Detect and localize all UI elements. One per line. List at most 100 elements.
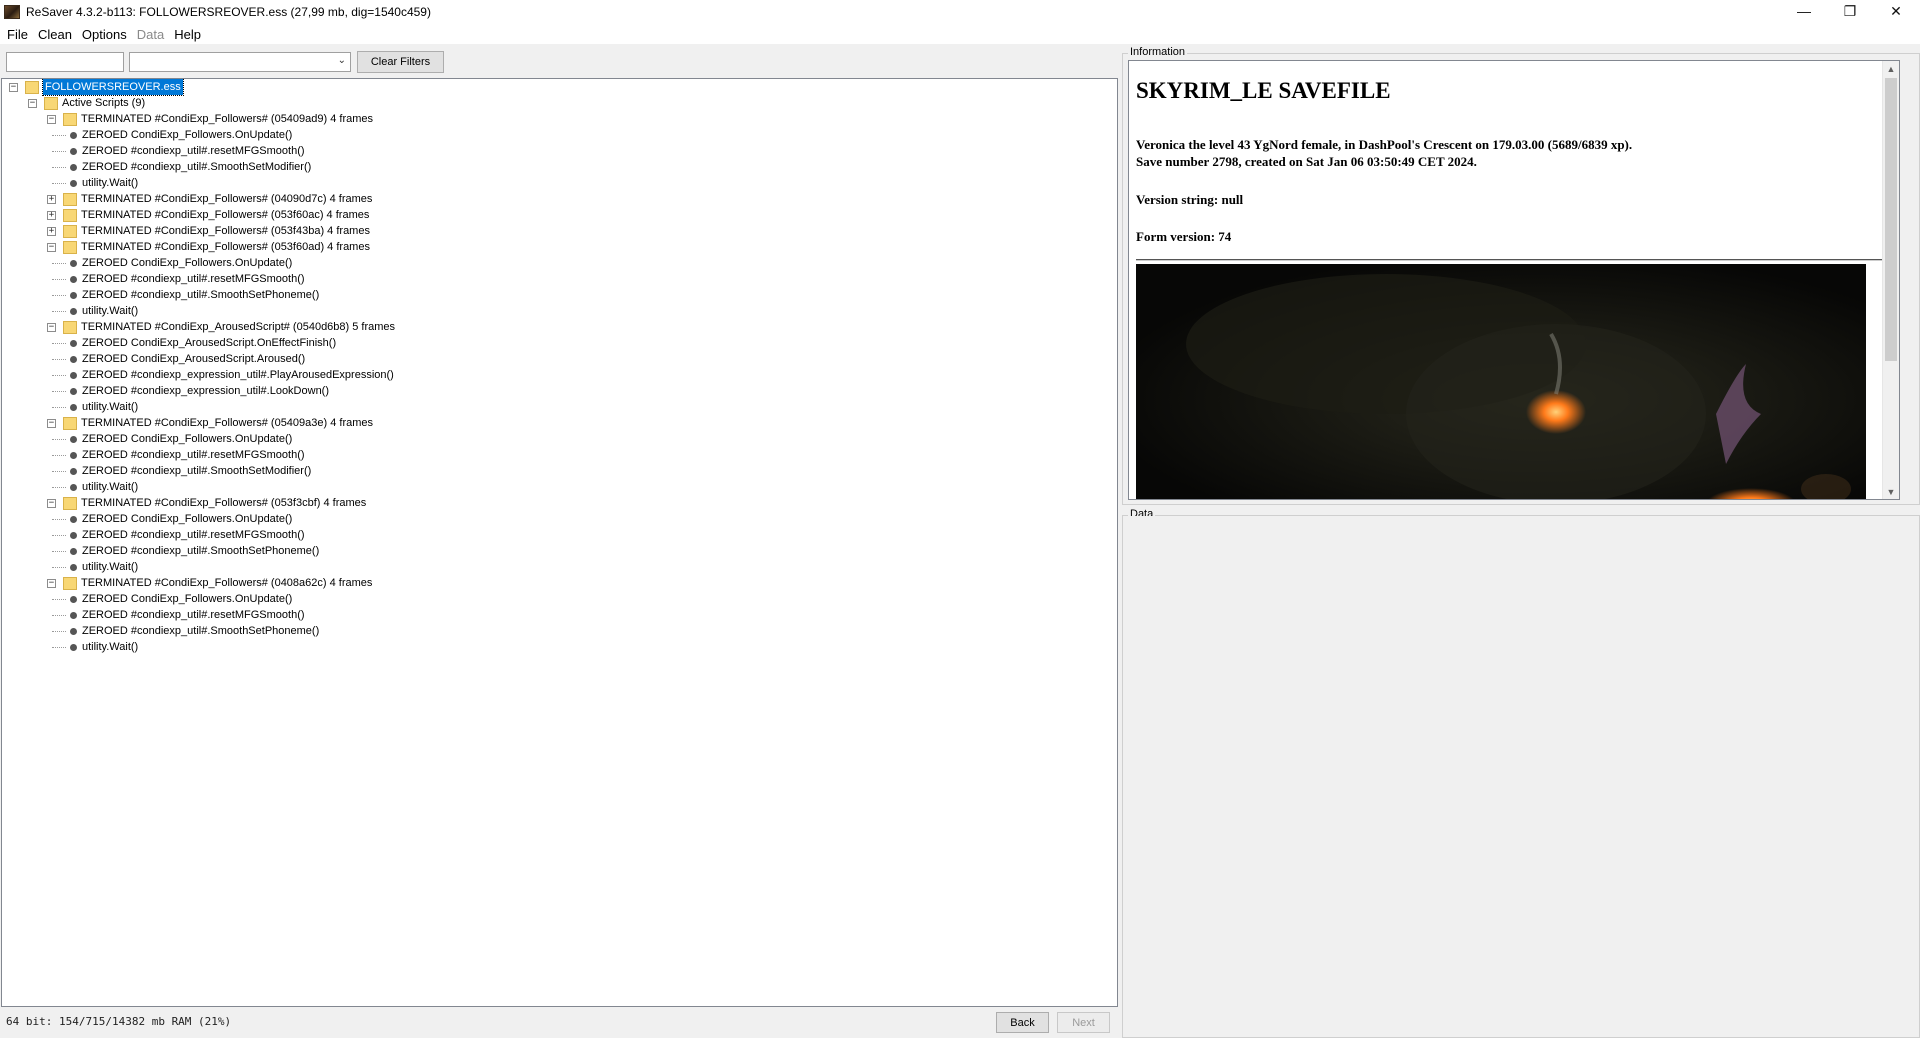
tree-connector [52,407,66,408]
tree-leaf-node[interactable]: ZEROED #condiexp_expression_util#.PlayAr… [2,367,1102,383]
tree-node-label: ZEROED #condiexp_util#.resetMFGSmooth() [82,609,305,621]
tree-node-label: FOLLOWERSREOVER.ess [42,79,184,96]
tree-folder-node[interactable]: + TERMINATED #CondiExp_Followers# (04090d… [2,191,1102,207]
menu-data[interactable]: Data [132,27,169,42]
back-button[interactable]: Back [996,1012,1049,1033]
information-title: Information [1128,46,1188,58]
tree-leaf-node[interactable]: ZEROED CondiExp_Followers.OnUpdate() [2,431,1102,447]
tree-node-label: ZEROED CondiExp_ArousedScript.OnEffectFi… [82,337,337,349]
tree-leaf-node[interactable]: ZEROED CondiExp_ArousedScript.Aroused() [2,351,1102,367]
collapse-icon[interactable]: − [47,115,56,124]
menu-options[interactable]: Options [77,27,132,42]
tree-node-label: utility.Wait() [82,401,139,413]
tree-leaf-node[interactable]: utility.Wait() [2,175,1102,191]
clear-filters-button[interactable]: Clear Filters [357,51,444,73]
folder-icon [63,241,77,254]
tree-node-label: ZEROED CondiExp_ArousedScript.Aroused() [82,353,306,365]
tree-connector [52,183,66,184]
tree-folder-node[interactable]: − TERMINATED #CondiExp_Followers# (053f3c… [2,495,1102,511]
filter-combo-box[interactable]: ⌄ [129,52,351,72]
menu-clean[interactable]: Clean [33,27,77,42]
collapse-icon[interactable]: − [47,579,56,588]
tree-node-label: utility.Wait() [82,305,139,317]
tree-leaf-node[interactable]: ZEROED #condiexp_expression_util#.LookDo… [2,383,1102,399]
tree-leaf-node[interactable]: ZEROED CondiExp_Followers.OnUpdate() [2,591,1102,607]
tree-folder-node[interactable]: − TERMINATED #CondiExp_Followers# (053f60… [2,239,1102,255]
tree-leaf-node[interactable]: utility.Wait() [2,399,1102,415]
tree-leaf-node[interactable]: ZEROED #condiexp_util#.SmoothSetModifier… [2,463,1102,479]
close-button[interactable]: ✕ [1873,0,1919,22]
tree-connector [52,343,66,344]
tree-leaf-node[interactable]: utility.Wait() [2,559,1102,575]
tree-node-label: Active Scripts (9) [62,97,146,109]
expand-icon[interactable]: + [47,227,56,236]
tree-node-label: TERMINATED #CondiExp_Followers# (05409ad… [81,113,374,125]
tree-folder-node[interactable]: − TERMINATED #CondiExp_Followers# (05409a… [2,111,1102,127]
menu-file[interactable]: File [2,27,33,42]
bullet-icon [70,484,77,491]
minimize-button[interactable]: — [1781,0,1827,22]
tree-leaf-node[interactable]: ZEROED #condiexp_util#.resetMFGSmooth() [2,607,1102,623]
expand-icon[interactable]: + [47,195,56,204]
tree-leaf-node[interactable]: ZEROED #condiexp_util#.SmoothSetPhoneme(… [2,287,1102,303]
tree-leaf-node[interactable]: utility.Wait() [2,303,1102,319]
tree-leaf-node[interactable]: ZEROED #condiexp_util#.resetMFGSmooth() [2,527,1102,543]
tree-node-label: TERMINATED #CondiExp_Followers# (053f60a… [81,241,370,253]
bullet-icon [70,596,77,603]
tree-leaf-node[interactable]: ZEROED #condiexp_util#.SmoothSetModifier… [2,159,1102,175]
maximize-button[interactable]: ❐ [1827,0,1873,22]
save-number-line: Save number 2798, created on Sat Jan 06 … [1136,154,1477,169]
tree-node-label: ZEROED #condiexp_util#.SmoothSetModifier… [82,161,312,173]
bullet-icon [70,404,77,411]
tree-node-label: ZEROED #condiexp_util#.resetMFGSmooth() [82,145,305,157]
tree-folder-node[interactable]: − TERMINATED #CondiExp_Followers# (05409a… [2,415,1102,431]
tree-leaf-node[interactable]: ZEROED #condiexp_util#.resetMFGSmooth() [2,143,1102,159]
folder-icon [25,81,39,94]
tree-leaf-node[interactable]: utility.Wait() [2,639,1102,655]
tree-leaf-node[interactable]: ZEROED #condiexp_util#.resetMFGSmooth() [2,271,1102,287]
tree-folder-node[interactable]: − Active Scripts (9) [2,95,1102,111]
tree-node-label: ZEROED #condiexp_expression_util#.LookDo… [82,385,330,397]
collapse-icon[interactable]: − [47,323,56,332]
tree-folder-node[interactable]: + TERMINATED #CondiExp_Followers# (053f60… [2,207,1102,223]
next-button[interactable]: Next [1057,1012,1110,1033]
scroll-up-arrow-icon[interactable]: ▲ [1883,61,1899,78]
information-scrollbar[interactable]: ▲ ▼ [1882,61,1899,499]
scroll-thumb[interactable] [1885,78,1897,361]
tree-node-label: ZEROED #condiexp_util#.SmoothSetPhoneme(… [82,545,320,557]
tree-connector [52,151,66,152]
collapse-icon[interactable]: − [47,499,56,508]
collapse-icon[interactable]: − [28,99,37,108]
filter-text-input[interactable] [6,52,124,72]
tree-folder-node[interactable]: − TERMINATED #CondiExp_Followers# (0408a6… [2,575,1102,591]
bullet-icon [70,340,77,347]
scroll-down-arrow-icon[interactable]: ▼ [1883,484,1899,499]
tree-leaf-node[interactable]: ZEROED CondiExp_ArousedScript.OnEffectFi… [2,335,1102,351]
tree-folder-node[interactable]: − TERMINATED #CondiExp_ArousedScript# (05… [2,319,1102,335]
collapse-icon[interactable]: − [47,243,56,252]
bullet-icon [70,628,77,635]
tree-connector [52,535,66,536]
tree-leaf-node[interactable]: ZEROED #condiexp_util#.SmoothSetPhoneme(… [2,543,1102,559]
tree-connector [52,631,66,632]
data-panel: Data [1122,508,1920,1038]
tree-node-label: utility.Wait() [82,561,139,573]
collapse-icon[interactable]: − [47,419,56,428]
tree-leaf-node[interactable]: ZEROED #condiexp_util#.resetMFGSmooth() [2,447,1102,463]
tree-leaf-node[interactable]: ZEROED CondiExp_Followers.OnUpdate() [2,511,1102,527]
tree-leaf-node[interactable]: utility.Wait() [2,479,1102,495]
title-bar: ReSaver 4.3.2-b113: FOLLOWERSREOVER.ess … [0,0,1920,24]
tree-leaf-node[interactable]: ZEROED CondiExp_Followers.OnUpdate() [2,255,1102,271]
menu-help[interactable]: Help [169,27,206,42]
tree-folder-node[interactable]: + TERMINATED #CondiExp_Followers# (053f43… [2,223,1102,239]
tree-node-label: ZEROED CondiExp_Followers.OnUpdate() [82,257,293,269]
collapse-icon[interactable]: − [9,83,18,92]
folder-icon [63,113,77,126]
tree-node-label: utility.Wait() [82,177,139,189]
tree-folder-node[interactable]: − FOLLOWERSREOVER.ess [2,79,1102,96]
tree-leaf-node[interactable]: ZEROED #condiexp_util#.SmoothSetPhoneme(… [2,623,1102,639]
menu-bar: File Clean Options Data Help [0,24,1920,44]
expand-icon[interactable]: + [47,211,56,220]
tree-leaf-node[interactable]: ZEROED CondiExp_Followers.OnUpdate() [2,127,1102,143]
savefile-tree[interactable]: − FOLLOWERSREOVER.ess − Active Scripts (9) −… [1,78,1118,1007]
